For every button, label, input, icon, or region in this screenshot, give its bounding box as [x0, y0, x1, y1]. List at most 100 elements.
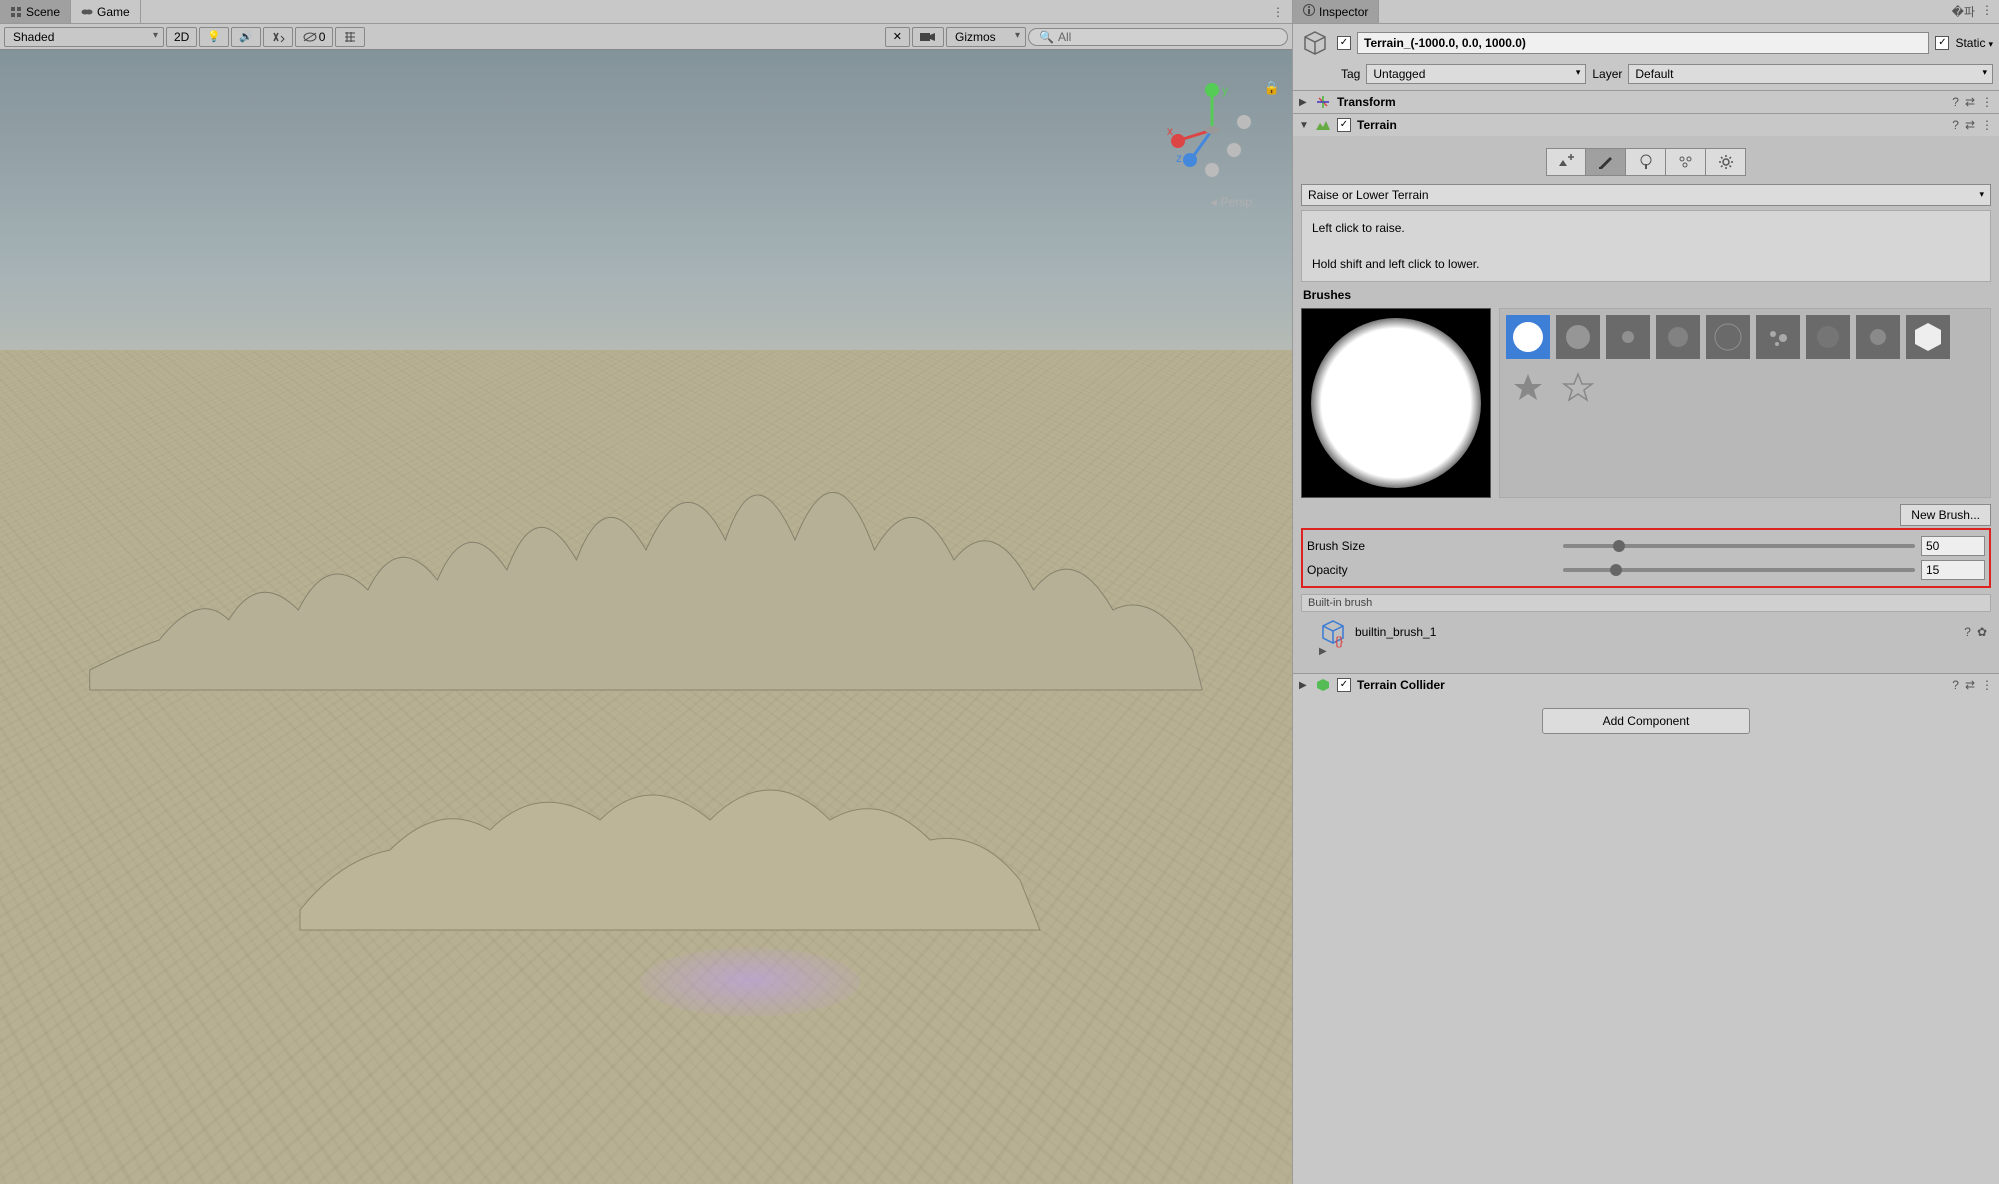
tag-layer-row: Tag Untagged Layer Default: [1293, 62, 1999, 90]
tab-game-label: Game: [97, 5, 130, 19]
transform-header[interactable]: ▶ Transform ? ⇄ ⋮: [1293, 91, 1999, 113]
scene-toolbar: Shaded 2D 💡 🔊 0 ✕ Gizmos: [0, 24, 1292, 50]
brush-size-slider[interactable]: [1563, 544, 1915, 548]
brush-thumb-3[interactable]: [1606, 315, 1650, 359]
fold-icon[interactable]: ▶: [1299, 680, 1309, 691]
kebab-icon[interactable]: ⋮: [1981, 678, 1993, 692]
brush-thumb-8[interactable]: [1856, 315, 1900, 359]
new-brush-label: New Brush...: [1911, 508, 1980, 522]
persp-label[interactable]: ◂ Persp: [1211, 195, 1252, 209]
opacity-slider[interactable]: [1563, 568, 1915, 572]
scene-tabs: Scene Game ⋮: [0, 0, 1292, 24]
scene-search-input[interactable]: 🔍 All: [1028, 28, 1288, 46]
hint-line-1: Left click to raise.: [1312, 219, 1980, 237]
terrain-mode-dropdown[interactable]: Raise or Lower Terrain: [1301, 184, 1991, 206]
collider-enable-checkbox[interactable]: ✓: [1337, 678, 1351, 692]
brush-thumb-9[interactable]: [1906, 315, 1950, 359]
object-active-checkbox[interactable]: ✓: [1337, 36, 1351, 50]
lighting-toggle-icon[interactable]: 💡: [199, 27, 229, 47]
brush-size-label: Brush Size: [1307, 539, 1557, 553]
terrain-collider-header[interactable]: ▶ ✓ Terrain Collider ? ⇄ ⋮: [1293, 674, 1999, 696]
brush-thumb-star-empty[interactable]: [1556, 365, 1600, 409]
brush-thumb-5[interactable]: [1706, 315, 1750, 359]
layer-dropdown[interactable]: Default: [1628, 64, 1993, 84]
terrain-foreground: [280, 690, 1060, 950]
object-header: ✓ Terrain_(-1000.0, 0.0, 1000.0) ✓ Stati…: [1293, 24, 1999, 62]
static-dropdown[interactable]: Static: [1955, 36, 1993, 50]
svg-text:{}: {}: [1335, 634, 1343, 648]
fold-icon[interactable]: ▼: [1299, 120, 1309, 131]
new-brush-button[interactable]: New Brush...: [1900, 504, 1991, 526]
add-component-button[interactable]: Add Component: [1542, 708, 1751, 734]
static-checkbox[interactable]: ✓: [1935, 36, 1949, 50]
terrain-title: Terrain: [1357, 118, 1946, 132]
shading-dropdown[interactable]: Shaded: [4, 27, 164, 47]
panel-kebab-icon[interactable]: ⋮: [1981, 3, 1993, 20]
preset-icon[interactable]: ⇄: [1965, 678, 1975, 692]
persp-text: Persp: [1221, 195, 1252, 209]
tab-scene[interactable]: Scene: [0, 0, 71, 23]
brush-size-value: 50: [1926, 539, 1939, 553]
terrain-toolstrip: [1299, 148, 1993, 176]
preset-icon[interactable]: ⇄: [1965, 95, 1975, 109]
tab-game[interactable]: Game: [71, 0, 141, 23]
info-icon: [1303, 4, 1315, 19]
brush-size-thumb[interactable]: [1613, 540, 1625, 552]
brush-thumb-4[interactable]: [1656, 315, 1700, 359]
gear-icon[interactable]: ✿: [1977, 625, 1987, 639]
gizmos-dropdown[interactable]: Gizmos: [946, 27, 1026, 47]
terrain-header[interactable]: ▼ ✓ Terrain ? ⇄ ⋮: [1293, 114, 1999, 136]
brush-asset-row[interactable]: {} builtin_brush_1 ? ✿: [1299, 612, 1993, 646]
hint-line-2: Hold shift and left click to lower.: [1312, 255, 1980, 273]
camera-dropdown-icon[interactable]: [912, 27, 944, 47]
tab-inspector[interactable]: Inspector: [1293, 0, 1379, 23]
object-name-field[interactable]: Terrain_(-1000.0, 0.0, 1000.0): [1357, 32, 1929, 54]
grid-dropdown-icon[interactable]: [335, 27, 365, 47]
tag-dropdown[interactable]: Untagged: [1366, 64, 1586, 84]
tool-create-neighbor[interactable]: [1546, 148, 1586, 176]
tool-paint-terrain[interactable]: [1586, 148, 1626, 176]
preset-icon[interactable]: ⇄: [1965, 118, 1975, 132]
kebab-icon[interactable]: ⋮: [1981, 118, 1993, 132]
kebab-icon[interactable]: ⋮: [1981, 95, 1993, 109]
tag-value: Untagged: [1373, 67, 1425, 81]
brush-asset-fold[interactable]: ▶: [1299, 646, 1993, 663]
brush-thumb-star-fav[interactable]: [1506, 365, 1550, 409]
brush-asset-name: builtin_brush_1: [1355, 625, 1436, 639]
hidden-dropdown[interactable]: 0: [295, 27, 334, 47]
lock-icon[interactable]: 🔒: [1264, 80, 1280, 96]
opacity-label: Opacity: [1307, 563, 1557, 577]
panel-lock-icon[interactable]: �파: [1952, 3, 1975, 20]
brush-thumb-7[interactable]: [1806, 315, 1850, 359]
tool-paint-trees[interactable]: [1626, 148, 1666, 176]
2d-toggle[interactable]: 2D: [166, 27, 197, 47]
opacity-value: 15: [1926, 563, 1939, 577]
builtin-header: Built-in brush: [1301, 594, 1991, 612]
layer-label: Layer: [1592, 67, 1622, 81]
brush-thumb-6[interactable]: [1756, 315, 1800, 359]
brush-grid: [1499, 308, 1991, 498]
tab-kebab-icon[interactable]: ⋮: [1264, 5, 1292, 19]
inspector-title: Inspector: [1319, 5, 1368, 19]
orientation-gizmo[interactable]: y x z: [1162, 80, 1262, 180]
opacity-thumb[interactable]: [1610, 564, 1622, 576]
help-icon[interactable]: ?: [1964, 625, 1971, 639]
help-icon[interactable]: ?: [1952, 118, 1959, 132]
brush-thumb-2[interactable]: [1556, 315, 1600, 359]
opacity-field[interactable]: 15: [1921, 560, 1985, 580]
tools-icon[interactable]: ✕: [885, 27, 910, 47]
brush-thumb-1[interactable]: [1506, 315, 1550, 359]
tool-settings[interactable]: [1706, 148, 1746, 176]
object-cube-icon[interactable]: [1299, 27, 1331, 59]
help-icon[interactable]: ?: [1952, 678, 1959, 692]
help-icon[interactable]: ?: [1952, 95, 1959, 109]
fx-dropdown-icon[interactable]: [263, 27, 293, 47]
audio-toggle-icon[interactable]: 🔊: [231, 27, 261, 47]
tool-paint-details[interactable]: [1666, 148, 1706, 176]
brush-size-field[interactable]: 50: [1921, 536, 1985, 556]
terrain-enable-checkbox[interactable]: ✓: [1337, 118, 1351, 132]
collider-title: Terrain Collider: [1357, 678, 1946, 692]
scene-viewport[interactable]: 🔒 y x z ◂: [0, 50, 1292, 1184]
terrain-icon: [1315, 117, 1331, 133]
fold-icon[interactable]: ▶: [1299, 97, 1309, 108]
